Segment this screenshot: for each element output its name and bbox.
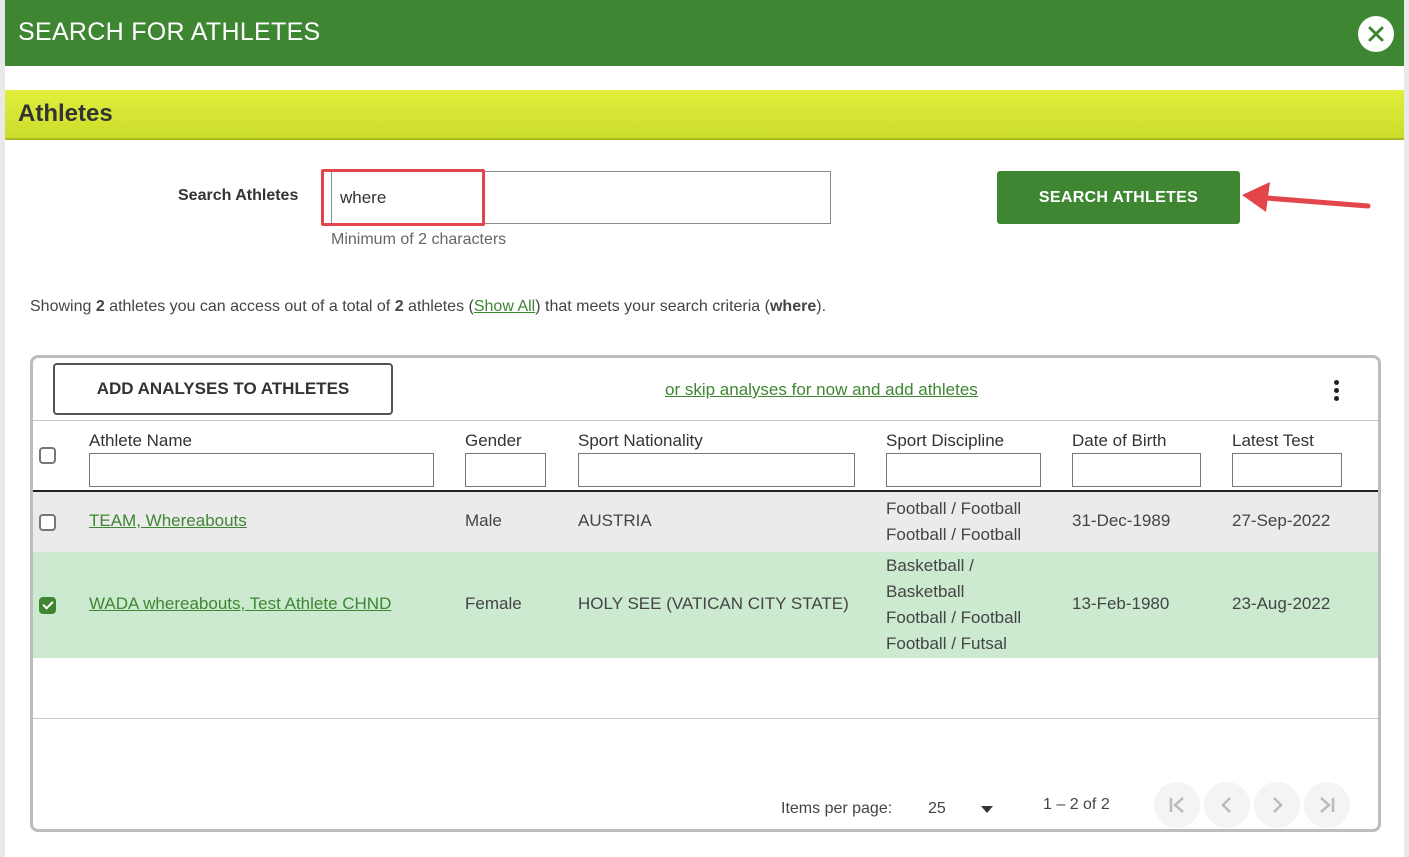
- latest-test-cell: 27-Sep-2022: [1232, 511, 1331, 530]
- last-page-icon: [1320, 797, 1335, 813]
- previous-page-icon: [1221, 797, 1231, 813]
- table-row[interactable]: WADA whereabouts, Test Athlete CHND Fema…: [33, 552, 1378, 658]
- last-page-button[interactable]: [1304, 782, 1350, 828]
- filter-gender[interactable]: [465, 453, 546, 487]
- search-input[interactable]: [331, 171, 831, 224]
- column-header-athlete-name[interactable]: Athlete Name: [89, 431, 192, 451]
- search-criteria: where: [769, 298, 817, 315]
- discipline-cell: Basketball / Basketball Football / Footb…: [886, 556, 1022, 653]
- close-icon: [1368, 26, 1384, 42]
- close-button[interactable]: [1358, 16, 1394, 52]
- total-count: 2: [394, 298, 404, 315]
- column-header-latest-test[interactable]: Latest Test: [1232, 431, 1314, 451]
- row-checkbox[interactable]: [39, 597, 56, 614]
- filter-latest-test[interactable]: [1232, 453, 1342, 487]
- search-hint: Minimum of 2 characters: [331, 231, 507, 248]
- items-per-page-select[interactable]: 25: [928, 800, 946, 818]
- items-per-page-label: Items per page:: [781, 800, 893, 817]
- page-range-label: 1 – 2 of 2: [1043, 796, 1110, 813]
- dropdown-caret-icon[interactable]: [981, 806, 993, 813]
- previous-page-button[interactable]: [1204, 782, 1250, 828]
- dialog-title: SEARCH FOR ATHLETES: [18, 18, 321, 46]
- row-checkbox[interactable]: [39, 514, 56, 531]
- table-row[interactable]: TEAM, Whereabouts Male AUSTRIA Football …: [33, 492, 1378, 552]
- grid-header-row: Athlete Name Gender Sport Nationality Sp…: [33, 420, 1378, 492]
- section-header: Athletes: [5, 90, 1404, 140]
- filter-date-of-birth[interactable]: [1072, 453, 1201, 487]
- column-header-gender[interactable]: Gender: [465, 431, 522, 451]
- first-page-button[interactable]: [1154, 782, 1200, 828]
- next-page-icon: [1273, 797, 1283, 813]
- athlete-name-link[interactable]: TEAM, Whereabouts: [89, 511, 247, 531]
- next-page-button[interactable]: [1254, 782, 1300, 828]
- dialog-title-bar: SEARCH FOR ATHLETES: [5, 0, 1404, 66]
- column-header-sport-nationality[interactable]: Sport Nationality: [578, 431, 703, 451]
- window-frame-right: [1404, 0, 1409, 857]
- filter-sport-discipline[interactable]: [886, 453, 1041, 487]
- dob-cell: 13-Feb-1980: [1072, 594, 1170, 613]
- discipline-cell: Football / Football Football / Football: [886, 499, 1022, 544]
- section-title: Athletes: [18, 100, 113, 127]
- gender-cell: Male: [465, 511, 502, 530]
- nationality-cell: AUSTRIA: [578, 511, 652, 530]
- kebab-menu-icon[interactable]: [1332, 380, 1340, 402]
- search-athletes-button[interactable]: SEARCH ATHLETES: [997, 171, 1240, 224]
- annotation-arrow-icon: [1242, 182, 1371, 212]
- column-header-date-of-birth[interactable]: Date of Birth: [1072, 431, 1167, 451]
- athletes-grid: ADD ANALYSES TO ATHLETES or skip analyse…: [30, 355, 1381, 832]
- filter-athlete-name[interactable]: [89, 453, 434, 487]
- show-all-link[interactable]: Show All: [474, 298, 535, 315]
- first-page-icon: [1169, 797, 1184, 813]
- gender-cell: Female: [465, 594, 522, 613]
- search-summary: Showing 2 athletes you can access out of…: [30, 298, 827, 315]
- grid-divider: [33, 718, 1378, 719]
- dob-cell: 31-Dec-1989: [1072, 511, 1171, 530]
- latest-test-cell: 23-Aug-2022: [1232, 594, 1331, 613]
- search-label: Search Athletes: [178, 187, 299, 204]
- accessible-count: 2: [95, 298, 105, 315]
- skip-analyses-link[interactable]: or skip analyses for now and add athlete…: [665, 380, 978, 400]
- select-all-checkbox[interactable]: [39, 447, 56, 464]
- column-header-sport-discipline[interactable]: Sport Discipline: [886, 431, 1004, 451]
- nationality-cell: HOLY SEE (VATICAN CITY STATE): [578, 594, 849, 613]
- athlete-name-link[interactable]: WADA whereabouts, Test Athlete CHND: [89, 594, 391, 614]
- filter-sport-nationality[interactable]: [578, 453, 855, 487]
- add-analyses-button[interactable]: ADD ANALYSES TO ATHLETES: [53, 363, 393, 415]
